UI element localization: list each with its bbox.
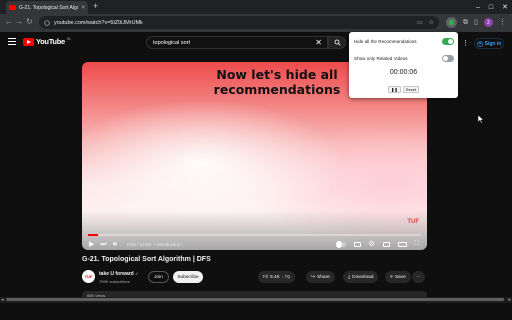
address-bar[interactable]: youtube.com/watch?v=5lZ0iJMrUMk ▭ ☆: [39, 16, 439, 29]
hamburger-menu-icon[interactable]: [8, 38, 16, 47]
settings-gear-icon[interactable]: ⚙: [369, 241, 375, 248]
next-icon[interactable]: ⏭: [100, 241, 106, 248]
mouse-cursor-icon: [478, 115, 484, 124]
play-icon[interactable]: ▶: [89, 241, 94, 248]
subscribe-button[interactable]: Subscribe: [173, 271, 203, 283]
subtitles-icon[interactable]: [353, 241, 361, 247]
minimize-button[interactable]: –: [476, 4, 480, 11]
search-icon: [334, 39, 341, 46]
timer-display: 00:00:06: [389, 69, 418, 76]
autoplay-toggle[interactable]: [335, 240, 346, 248]
search-query: topological sort: [153, 39, 190, 46]
search-input[interactable]: topological sort ✕: [146, 36, 328, 49]
fullscreen-icon[interactable]: ⛶: [415, 241, 419, 247]
verified-check-icon: ✓: [135, 271, 139, 276]
miniplayer-icon[interactable]: [382, 241, 390, 247]
related-only-label: Show only Related Videos: [354, 56, 408, 61]
close-window-button[interactable]: ✕: [502, 3, 508, 11]
progress-bar[interactable]: [88, 234, 421, 236]
thumbs-down-icon[interactable]: 👎︎: [285, 275, 290, 280]
save-icon: ≡: [390, 274, 393, 280]
channel-avatar-text: TUF: [84, 274, 93, 279]
chapter-title[interactable]: • Introduction ›: [154, 242, 183, 247]
share-label: Share: [317, 274, 330, 280]
popup-actions: ❚❚ Reset: [388, 86, 420, 93]
share-icon: ↪: [311, 274, 316, 280]
player-controls: ▶ ⏭ 🔊︎ 0:02 / 13:29 • Introduction › ⚙ ⛶: [82, 239, 427, 249]
search-button[interactable]: [328, 36, 346, 49]
extension-puzzle-active-icon[interactable]: [446, 17, 457, 28]
country-code: IN: [66, 36, 71, 41]
youtube-logo[interactable]: YouTube IN: [23, 37, 70, 46]
sign-in-button[interactable]: Sign in: [474, 38, 504, 49]
volume-icon[interactable]: 🔊︎: [113, 241, 117, 248]
side-panel-icon[interactable]: ▯: [474, 19, 478, 26]
more-actions-button[interactable]: ···: [412, 271, 425, 283]
account-icon: [476, 40, 483, 47]
browser-tab-strip: G-21. Topological Sort Algorith... × + –…: [0, 0, 512, 14]
video-title: G-21. Topological Sort Algorithm | DFS: [82, 256, 211, 263]
sign-in-label: Sign in: [484, 40, 502, 47]
youtube-play-logo-icon: [23, 37, 34, 46]
cast-icon[interactable]: ▭: [417, 19, 423, 26]
extension-area: ⧉ ▯ 2 ⋮: [446, 17, 506, 28]
reset-button[interactable]: Reset: [402, 86, 420, 93]
bookmark-star-icon[interactable]: ☆: [429, 19, 434, 26]
save-button[interactable]: ≡ Save: [385, 271, 411, 283]
channel-avatar[interactable]: TUF: [82, 270, 95, 283]
related-only-row: Show only Related Videos: [354, 55, 454, 62]
like-button[interactable]: 👍︎ 9.4K | 👎︎: [258, 271, 296, 283]
pause-button[interactable]: ❚❚: [388, 86, 401, 93]
scrollbar-thumb[interactable]: [6, 298, 504, 301]
maximize-button[interactable]: □: [489, 4, 493, 11]
browser-tab[interactable]: G-21. Topological Sort Algorith... ×: [6, 1, 88, 14]
download-label: Download: [352, 274, 374, 280]
thumbs-up-icon: 👍︎: [263, 274, 269, 280]
settings-dots-icon[interactable]: ⋮: [462, 39, 469, 47]
youtube-wordmark: YouTube: [36, 37, 65, 46]
url-text: youtube.com/watch?v=5lZ0iJMrUMk: [54, 19, 143, 26]
save-label: Save: [394, 274, 406, 280]
clear-search-icon[interactable]: ✕: [315, 38, 322, 47]
theater-mode-icon[interactable]: [397, 241, 407, 247]
tab-title: G-21. Topological Sort Algorith...: [19, 4, 78, 11]
back-arrow-icon[interactable]: ←: [5, 18, 13, 26]
time-display: 0:02 / 13:29: [127, 241, 151, 247]
chrome-menu-icon[interactable]: ⋮: [499, 19, 506, 26]
hide-all-row: Hide all the Recommendations: [354, 38, 454, 45]
hide-all-toggle[interactable]: [442, 38, 454, 45]
video-overlay-text: Now let's hide all recommendations: [213, 67, 341, 97]
extension-popup: Hide all the Recommendations Show only R…: [349, 32, 458, 98]
share-button[interactable]: ↪ Share: [306, 271, 335, 283]
site-info-icon[interactable]: [44, 19, 50, 26]
new-tab-button[interactable]: +: [93, 2, 98, 11]
like-dislike-divider: |: [281, 274, 284, 280]
download-icon: ⤓: [348, 275, 351, 280]
progress-bar-played: [88, 234, 98, 236]
page-bottom: [0, 303, 512, 320]
channel-row: TUF take U forward ✓ 799K subscribers Jo…: [82, 270, 427, 286]
related-only-toggle[interactable]: [442, 55, 454, 62]
like-count: 9.4K: [270, 274, 280, 280]
forward-arrow-icon[interactable]: →: [15, 18, 23, 26]
channel-watermark[interactable]: TUF: [407, 219, 419, 225]
browser-toolbar: ← → ↻ youtube.com/watch?v=5lZ0iJMrUMk ▭ …: [0, 14, 512, 32]
download-button[interactable]: ⤓ Download: [343, 271, 379, 283]
subscriber-count: 799K subscribers: [99, 279, 130, 284]
channel-name[interactable]: take U forward ✓: [99, 271, 138, 277]
hide-all-label: Hide all the Recommendations: [354, 39, 417, 44]
profile-avatar[interactable]: 2: [483, 18, 493, 27]
window-controls: – □ ✕: [476, 0, 508, 14]
tab-close-icon[interactable]: ×: [81, 5, 85, 11]
youtube-favicon-icon: [9, 5, 16, 10]
join-button[interactable]: Join: [148, 271, 169, 283]
channel-name-text: take U forward: [99, 271, 134, 277]
reload-icon[interactable]: ↻: [26, 18, 33, 26]
more-dots-icon: ···: [416, 274, 421, 280]
profile-initial: 2: [486, 19, 490, 26]
extensions-icon[interactable]: ⧉: [463, 19, 468, 26]
